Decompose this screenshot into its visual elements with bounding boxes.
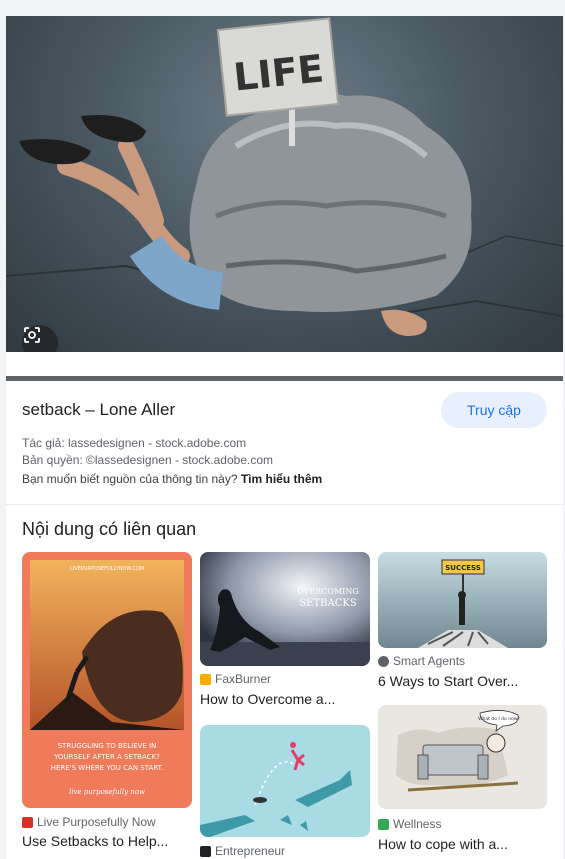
related-item-source[interactable]: Wellness — [378, 817, 441, 831]
globe-icon — [378, 655, 389, 667]
source-name: FaxBurner — [215, 672, 272, 686]
favicon-icon — [200, 673, 211, 685]
related-item-source[interactable]: Smart Agents — [378, 654, 465, 668]
author-credit: Tác giả: lassedesignen - stock.adobe.com — [22, 436, 247, 450]
tile-image-text: OVERCOMING — [297, 587, 358, 596]
related-item-source[interactable]: Live Purposefully Now — [22, 815, 156, 829]
source-name: Wellness — [393, 817, 442, 831]
learn-more-link[interactable]: Tìm hiểu thêm — [241, 472, 322, 486]
related-item-caption[interactable]: Use Setbacks to Help... — [22, 833, 192, 849]
lens-icon — [24, 327, 40, 343]
sign-text: LIFE — [231, 46, 325, 99]
source-name: Entrepreneur — [215, 844, 286, 858]
related-item-caption[interactable]: How to Overcome a... — [200, 691, 370, 707]
visit-button[interactable]: Truy cập — [441, 392, 547, 428]
tile-image-text: What do I do now? — [478, 716, 520, 722]
image-detail-panel: LIFE setback – Lone Aller Truy cập Tác g… — [6, 16, 563, 859]
main-image[interactable]: LIFE — [6, 16, 563, 352]
related-item-caption[interactable]: How to cope with a... — [378, 836, 548, 852]
source-question-text: Bạn muốn biết nguồn của thông tin này? — [22, 472, 238, 486]
tile-image-text: live purposefully now — [69, 788, 145, 796]
tile-image-text: STRUGGLING TO BELIEVE IN — [58, 742, 157, 750]
related-item-caption[interactable]: 6 Ways to Start Over... — [378, 673, 548, 689]
copyright-credit: Bản quyền: ©lassedesignen - stock.adobe.… — [22, 453, 273, 467]
source-name: Smart Agents — [393, 654, 466, 668]
related-item-thumbnail[interactable]: LIVEPURPOSEFULLYNOW.COM STRUGGLING TO BE… — [22, 552, 192, 808]
source-question: Bạn muốn biết nguồn của thông tin này? T… — [22, 472, 322, 486]
related-item-thumbnail[interactable]: What do I do now? — [378, 705, 547, 809]
related-item-thumbnail[interactable] — [200, 725, 370, 837]
tile-image-text: LIVEPURPOSEFULLYNOW.COM — [70, 566, 144, 572]
tile-image-text: YOURSELF AFTER A SETBACK? — [53, 753, 160, 761]
favicon-icon — [200, 845, 211, 857]
favicon-icon — [22, 816, 33, 828]
related-heading: Nội dung có liên quan — [22, 519, 197, 539]
related-item-source[interactable]: Entrepreneur — [200, 844, 285, 858]
related-item-thumbnail[interactable]: OVERCOMING SETBACKS — [200, 552, 370, 666]
image-title[interactable]: setback – Lone Aller — [22, 400, 175, 420]
related-item-source[interactable]: FaxBurner — [200, 672, 271, 686]
favicon-icon — [378, 818, 389, 830]
image-divider — [6, 376, 563, 381]
tile-image-text: HERE'S WHERE YOU CAN START. — [51, 764, 164, 772]
source-name: Live Purposefully Now — [37, 815, 156, 829]
related-item-thumbnail[interactable]: SUCCESS — [378, 552, 547, 648]
section-divider — [6, 504, 563, 505]
tile-image-text: SUCCESS — [445, 564, 481, 572]
tile-image-text: SETBACKS — [299, 598, 357, 609]
